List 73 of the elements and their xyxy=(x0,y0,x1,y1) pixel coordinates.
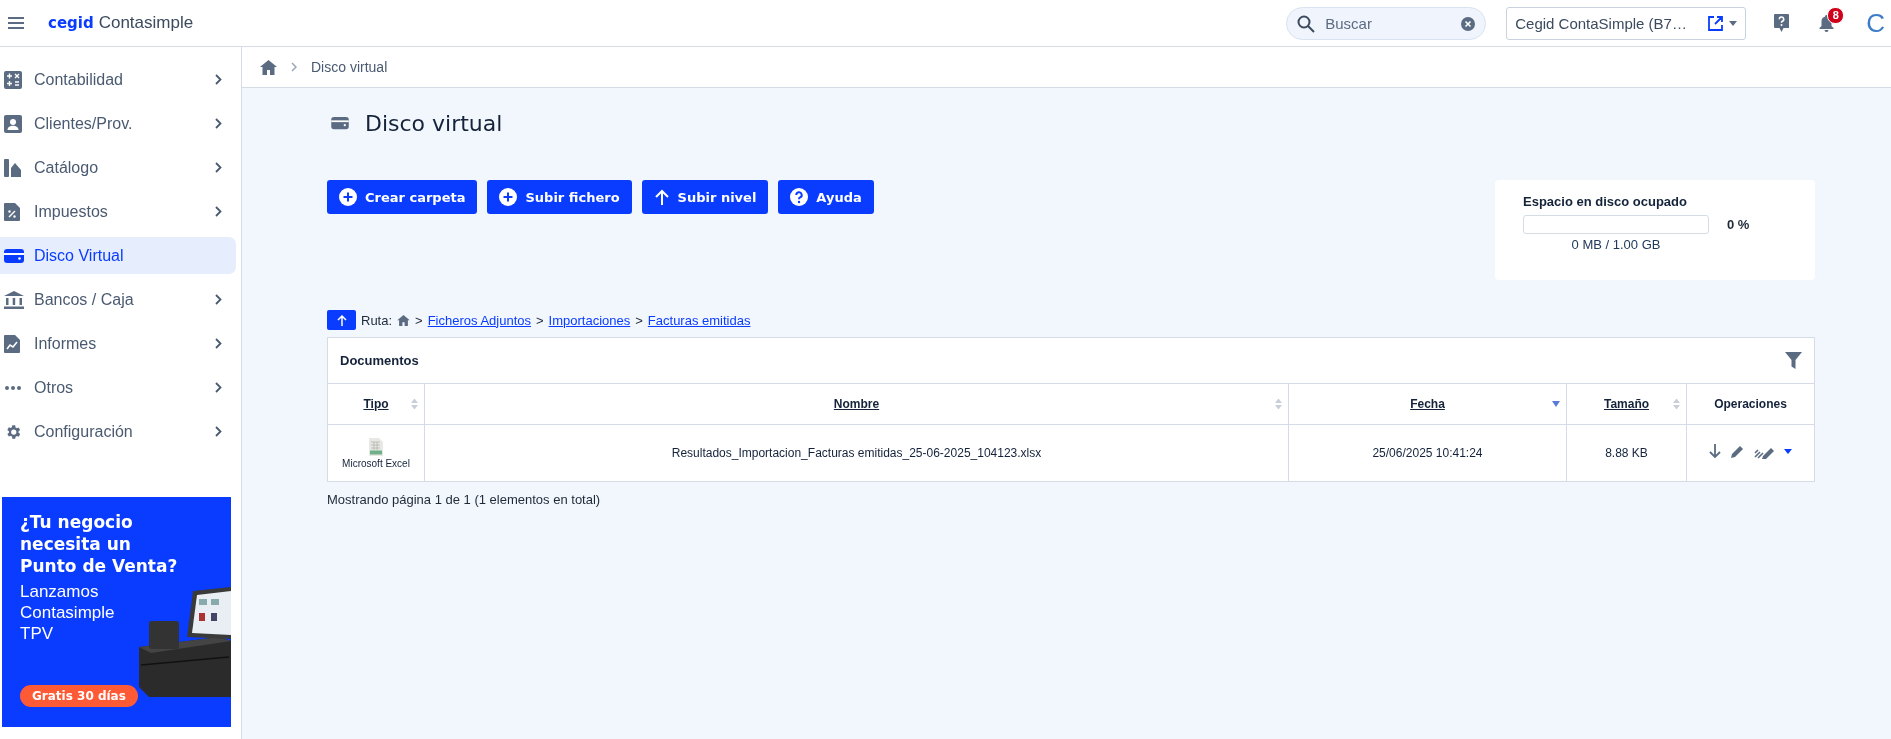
help-icon[interactable] xyxy=(1774,14,1790,32)
pagination-summary: Mostrando página 1 de 1 (1 elementos en total) xyxy=(327,492,602,507)
plus-circle-icon xyxy=(499,188,518,206)
company-selector[interactable]: Cegid ContaSimple (B7… xyxy=(1506,6,1747,40)
sidebar-item[interactable]: Informes xyxy=(0,325,236,362)
arrow-up-icon xyxy=(653,188,670,206)
help-icon xyxy=(790,188,809,206)
calculator-icon xyxy=(4,70,22,89)
pencil-icon[interactable] xyxy=(1731,445,1744,458)
table-title: Documentos xyxy=(340,353,419,368)
disk-usage-reading: 0 MB / 1.00 GB xyxy=(1570,237,1662,252)
disk-usage-percent: 0 % xyxy=(1727,217,1750,232)
sidebar-item[interactable]: Bancos / Caja xyxy=(0,281,236,318)
sidebar-item[interactable]: Otros xyxy=(0,369,236,406)
file-type: Microsoft Excel xyxy=(342,437,410,469)
wallet-icon xyxy=(331,116,349,130)
table-cell: Resultados_Importacion_Facturas emitidas_25-06-2025_104123.xlsx xyxy=(424,424,1289,481)
column-header[interactable]: Tipo xyxy=(363,397,389,411)
clear-icon[interactable] xyxy=(1461,16,1476,31)
action-button[interactable]: Ayuda xyxy=(778,180,874,214)
action-button[interactable]: Crear carpeta xyxy=(327,180,478,214)
promo-headline: ¿Tu negocio necesita un Punto de Venta? xyxy=(20,511,179,577)
path-separator: > xyxy=(415,312,423,328)
bank-icon xyxy=(4,290,24,309)
notification-badge: 8 xyxy=(1827,6,1845,24)
path-label: Ruta: xyxy=(361,312,393,328)
user-initial[interactable]: C xyxy=(1866,7,1885,39)
search-field[interactable]: Buscar xyxy=(1286,6,1487,40)
table-cell: 25/06/2025 10:41:24 xyxy=(1288,424,1567,481)
column-header[interactable]: Nombre xyxy=(833,397,880,411)
table-cell: 8.88 KB xyxy=(1566,424,1687,481)
sidebar-item[interactable]: Configuración xyxy=(0,413,236,450)
spreadsheet-file-icon xyxy=(369,437,383,456)
path-link[interactable]: Ficheros Adjuntos xyxy=(427,312,531,328)
sidebar-item[interactable]: Clientes/Prov. xyxy=(0,105,236,142)
home-icon[interactable] xyxy=(260,59,277,75)
disk-usage-title: Espacio en disco ocupado xyxy=(1523,194,1688,209)
search-icon xyxy=(1297,14,1316,33)
level-up-button[interactable] xyxy=(327,310,356,330)
action-button[interactable]: Subir nivel xyxy=(641,180,769,214)
report-icon xyxy=(4,334,20,353)
column-header[interactable]: Fecha xyxy=(1410,397,1445,411)
wallet-icon xyxy=(4,247,24,264)
download-icon[interactable] xyxy=(1709,444,1721,459)
sort-descending-icon[interactable] xyxy=(1552,401,1560,407)
page-title: Disco virtual xyxy=(365,110,503,136)
chevron-right-icon xyxy=(291,62,297,72)
arrow-up-icon xyxy=(336,314,347,326)
plus-circle-icon xyxy=(339,188,357,206)
promo-banner[interactable]: ¿Tu negocio necesita un Punto de Venta? Lanzamos Contasimple TPV Gratis 30 días xyxy=(2,497,231,727)
sidebar-item[interactable]: Disco Virtual xyxy=(0,237,236,274)
path-link[interactable]: Facturas emitidas xyxy=(647,312,751,328)
contact-card-icon xyxy=(4,114,22,133)
sidebar-item[interactable]: Catálogo xyxy=(0,149,236,186)
path-separator: > xyxy=(635,312,643,328)
caret-icon[interactable] xyxy=(1784,449,1792,454)
tax-document-icon xyxy=(4,202,20,221)
sidebar-item[interactable]: Impuestos xyxy=(0,193,236,230)
app-logo[interactable]: cegid Contasimple xyxy=(48,13,194,33)
external-link-icon[interactable] xyxy=(1708,15,1724,31)
caret-icon xyxy=(1729,20,1738,26)
sidebar-item[interactable]: Contabilidad xyxy=(0,61,236,98)
filter-icon[interactable] xyxy=(1785,352,1802,369)
path-separator: > xyxy=(536,312,544,328)
home-icon[interactable] xyxy=(397,314,411,326)
more-icon xyxy=(4,384,22,391)
promo-text: Lanzamos Contasimple TPV xyxy=(20,581,116,644)
breadcrumb-current: Disco virtual xyxy=(311,59,388,75)
column-header[interactable]: Tamaño xyxy=(1603,397,1650,411)
column-header: Operaciones xyxy=(1714,397,1787,411)
action-button[interactable]: Subir fichero xyxy=(487,180,632,214)
path-link[interactable]: Importaciones xyxy=(548,312,631,328)
menu-icon[interactable] xyxy=(8,17,24,29)
